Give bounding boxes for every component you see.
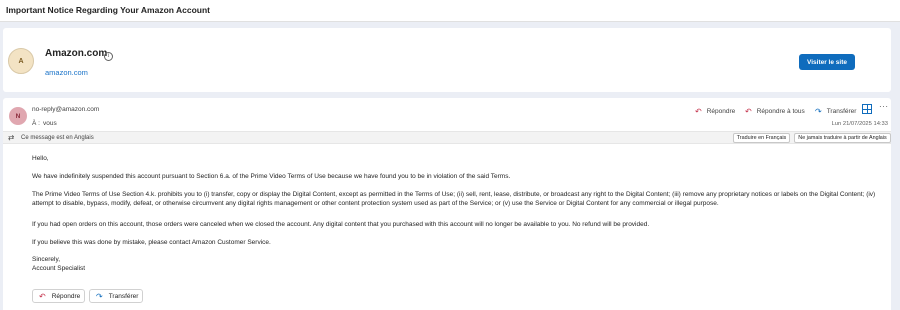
body-paragraph: The Prime Video Terms of Use Section 4.k…	[32, 191, 876, 207]
forward-button[interactable]: ↷ Transférer	[815, 105, 856, 117]
reply-all-icon: ↶	[745, 106, 752, 116]
from-address[interactable]: no-reply@amazon.com	[32, 106, 99, 113]
reply-icon: ↶	[695, 106, 702, 116]
bottom-reply-button[interactable]: ↶ Répondre	[32, 289, 85, 303]
language-notice: Ce message est en Anglais	[21, 135, 94, 141]
body-paragraph: If you believe this was done by mistake,…	[32, 239, 271, 246]
sender-domain-link[interactable]: amazon.com	[45, 68, 88, 77]
translate-icon: ⇄	[8, 133, 15, 142]
to-label: À :	[32, 120, 40, 127]
subject-bar: Important Notice Regarding Your Amazon A…	[0, 0, 900, 22]
sender-card: A Amazon.com i amazon.com Visiter le sit…	[3, 28, 891, 92]
more-options-icon[interactable]: ···	[879, 102, 889, 111]
sender-name[interactable]: Amazon.com	[45, 48, 107, 59]
translate-button[interactable]: Traduire en Français	[733, 133, 790, 143]
bottom-forward-button[interactable]: ↷ Transférer	[89, 289, 143, 303]
translation-bar: ⇄ Ce message est en Anglais Traduire en …	[3, 131, 891, 144]
body-paragraph: Hello,	[32, 155, 49, 162]
forward-label: Transférer	[826, 107, 857, 115]
reply-icon: ↶	[39, 291, 46, 301]
body-paragraph: If you had open orders on this account, …	[32, 221, 650, 228]
signature: Account Specialist	[32, 265, 86, 272]
reply-all-button[interactable]: ↶ Répondre à tous	[745, 105, 805, 117]
visit-site-button[interactable]: Visiter le site	[799, 54, 855, 70]
message-date: Lun 21/07/2025 14:33	[831, 121, 888, 127]
sender-logo: A	[8, 48, 34, 74]
never-translate-button[interactable]: Ne jamais traduire à partir de Anglais	[794, 133, 891, 143]
reply-all-label: Répondre à tous	[756, 107, 805, 115]
email-subject: Important Notice Regarding Your Amazon A…	[6, 5, 211, 15]
view-layout-icon[interactable]	[862, 104, 872, 114]
body-paragraph: We have indefinitely suspended this acco…	[32, 173, 511, 180]
reply-label: Répondre	[706, 107, 736, 115]
info-icon[interactable]: i	[104, 52, 113, 61]
bottom-forward-label: Transférer	[108, 292, 139, 300]
sender-avatar[interactable]: N	[9, 107, 27, 125]
message-pane: N no-reply@amazon.com À : vous ↶ Répondr…	[3, 98, 891, 310]
forward-icon: ↷	[96, 291, 103, 301]
to-recipient[interactable]: vous	[43, 120, 57, 127]
forward-icon: ↷	[815, 106, 822, 116]
bottom-reply-label: Répondre	[51, 292, 81, 300]
signoff: Sincerely,	[32, 256, 61, 263]
reply-button[interactable]: ↶ Répondre	[695, 105, 735, 117]
